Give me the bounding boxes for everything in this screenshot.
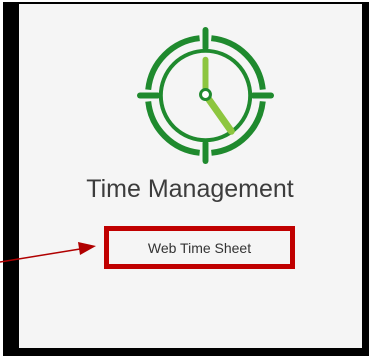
- card-title: Time Management: [86, 175, 294, 203]
- clock-icon: [136, 26, 275, 165]
- web-time-sheet-link[interactable]: Web Time Sheet: [104, 226, 295, 269]
- web-time-sheet-label: Web Time Sheet: [147, 239, 252, 256]
- screenshot-stage: Time Management Web Time Sheet: [0, 0, 372, 358]
